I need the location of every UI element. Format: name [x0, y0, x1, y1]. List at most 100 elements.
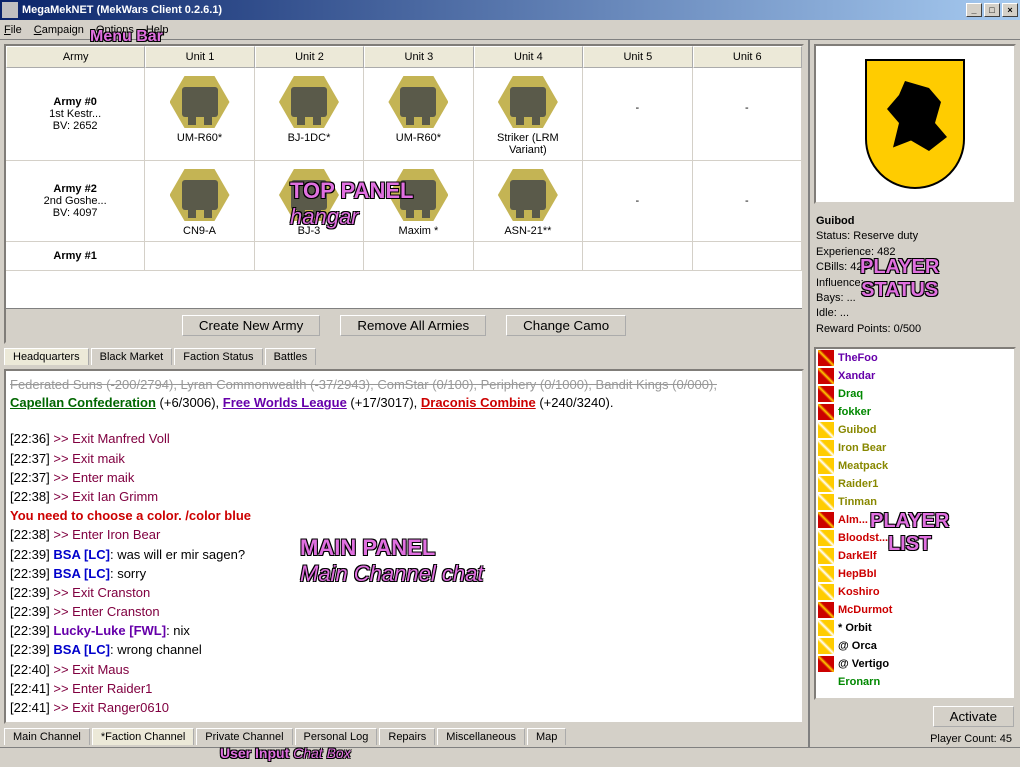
unit-cell[interactable]: -: [583, 68, 692, 160]
unit-cell[interactable]: Striker (LRM Variant): [474, 68, 583, 160]
unit-cell[interactable]: -: [583, 161, 692, 241]
sword-icon: [818, 566, 834, 582]
player-row[interactable]: DarkElf: [816, 547, 1014, 565]
chat-line: [22:39] BSA [LC]: was will er mir sagen?: [10, 546, 798, 564]
player-row[interactable]: TheFoo: [816, 349, 1014, 367]
unit-header[interactable]: Unit 3: [364, 46, 473, 68]
player-status-panel: Guibod Status: Reserve dutyExperience: 4…: [810, 208, 1020, 345]
chat-line: [22:40] >> Exit Maus: [10, 661, 798, 679]
unit-cell[interactable]: [364, 242, 473, 270]
create-army-button[interactable]: Create New Army: [182, 315, 320, 336]
main-tab[interactable]: Black Market: [91, 348, 173, 365]
player-row[interactable]: Koshiro: [816, 583, 1014, 601]
chat-tab[interactable]: Map: [527, 728, 566, 745]
player-row[interactable]: Meatpack: [816, 457, 1014, 475]
player-name: Guibod: [816, 214, 1014, 229]
unit-cell[interactable]: CN9-A: [145, 161, 254, 241]
chat-line: [22:39] >> Enter Cranston: [10, 603, 798, 621]
sword-icon: [818, 530, 834, 546]
player-row[interactable]: Xandar: [816, 367, 1014, 385]
player-list[interactable]: TheFooXandarDraqfokkerGuibodIron BearMea…: [814, 347, 1016, 700]
unit-cell[interactable]: [255, 242, 364, 270]
menu-options[interactable]: Options: [96, 24, 134, 36]
unit-header[interactable]: Unit 1: [145, 46, 254, 68]
army-cell[interactable]: Army #01st Kestr...BV: 2652: [6, 68, 145, 160]
activate-button[interactable]: Activate: [933, 706, 1014, 727]
player-row[interactable]: Guibod: [816, 421, 1014, 439]
maximize-button[interactable]: □: [984, 3, 1000, 17]
unit-cell[interactable]: -: [693, 161, 802, 241]
player-row[interactable]: fokker: [816, 403, 1014, 421]
unit-header[interactable]: Unit 4: [474, 46, 583, 68]
army-row: Army #01st Kestr...BV: 2652UM-R60*BJ-1DC…: [6, 68, 802, 161]
player-row[interactable]: Eronarn: [816, 673, 1014, 691]
chat-tab[interactable]: Main Channel: [4, 728, 90, 745]
sword-icon: [818, 620, 834, 636]
chat-line: [22:37] >> Enter maik: [10, 469, 798, 487]
chat-panel[interactable]: Federated Suns (-200/2794), Lyran Common…: [4, 369, 804, 724]
army-header[interactable]: Army: [6, 46, 145, 68]
chat-tab[interactable]: Miscellaneous: [437, 728, 525, 745]
chat-line: [22:39] BSA [LC]: sorry: [10, 565, 798, 583]
player-row[interactable]: HepBbI: [816, 565, 1014, 583]
chat-line: [22:36] >> Exit Manfred Voll: [10, 430, 798, 448]
unit-cell[interactable]: BJ-1DC*: [255, 68, 364, 160]
menu-help[interactable]: Help: [146, 24, 169, 36]
menubar: File Campaign Options Help: [0, 20, 1020, 40]
sword-icon: [818, 674, 834, 690]
remove-armies-button[interactable]: Remove All Armies: [340, 315, 486, 336]
main-tab[interactable]: Battles: [265, 348, 317, 365]
change-camo-button[interactable]: Change Camo: [506, 315, 626, 336]
chat-tab[interactable]: Repairs: [379, 728, 435, 745]
chat-tabs: Main Channel*Faction ChannelPrivate Chan…: [0, 728, 808, 747]
close-button[interactable]: ×: [1002, 3, 1018, 17]
status-line: Influence: ...: [816, 276, 1014, 291]
minimize-button[interactable]: _: [966, 3, 982, 17]
unit-cell[interactable]: [474, 242, 583, 270]
unit-cell[interactable]: ASN-21**: [474, 161, 583, 241]
unit-cell[interactable]: UM-R60*: [364, 68, 473, 160]
chat-line: [22:39] BSA [LC]: wrong channel: [10, 641, 798, 659]
unit-header[interactable]: Unit 2: [255, 46, 364, 68]
unit-header[interactable]: Unit 5: [583, 46, 692, 68]
app-icon: [2, 2, 18, 18]
player-row[interactable]: McDurmot: [816, 601, 1014, 619]
player-row[interactable]: Raider1: [816, 475, 1014, 493]
army-row: Army #1: [6, 242, 802, 271]
player-row[interactable]: Tinman: [816, 493, 1014, 511]
player-row[interactable]: Bloodst...: [816, 529, 1014, 547]
main-tab[interactable]: Headquarters: [4, 348, 89, 365]
sword-icon: [818, 638, 834, 654]
main-tab[interactable]: Faction Status: [174, 348, 262, 365]
player-row[interactable]: @ Orca: [816, 637, 1014, 655]
player-row[interactable]: * Orbit: [816, 619, 1014, 637]
status-line: Reward Points: 0/500: [816, 322, 1014, 337]
unit-cell[interactable]: Maxim *: [364, 161, 473, 241]
player-row[interactable]: Draq: [816, 385, 1014, 403]
sword-icon: [818, 386, 834, 402]
unit-cell[interactable]: [693, 242, 802, 270]
sword-icon: [818, 512, 834, 528]
chat-line: [22:38] >> Enter Iron Bear: [10, 526, 798, 544]
player-row[interactable]: Alm...: [816, 511, 1014, 529]
sword-icon: [818, 656, 834, 672]
status-line: Bays: ...: [816, 291, 1014, 306]
chat-line: [22:39] Lucky-Luke [FWL]: nix: [10, 622, 798, 640]
unit-cell[interactable]: UM-R60*: [145, 68, 254, 160]
chat-tab[interactable]: Personal Log: [295, 728, 378, 745]
army-cell[interactable]: Army #22nd Goshe...BV: 4097: [6, 161, 145, 241]
unit-cell[interactable]: [583, 242, 692, 270]
player-row[interactable]: @ Vertigo: [816, 655, 1014, 673]
unit-header[interactable]: Unit 6: [693, 46, 802, 68]
unit-cell[interactable]: -: [693, 68, 802, 160]
titlebar: MegaMekNET (MekWars Client 0.2.6.1) _ □ …: [0, 0, 1020, 20]
army-cell[interactable]: Army #1: [6, 242, 145, 270]
unit-cell[interactable]: [145, 242, 254, 270]
chat-tab[interactable]: *Faction Channel: [92, 728, 194, 745]
player-row[interactable]: Iron Bear: [816, 439, 1014, 457]
menu-file[interactable]: File: [4, 24, 22, 36]
menu-campaign[interactable]: Campaign: [34, 24, 84, 36]
unit-cell[interactable]: BJ-3: [255, 161, 364, 241]
chat-tab[interactable]: Private Channel: [196, 728, 292, 745]
sword-icon: [818, 602, 834, 618]
